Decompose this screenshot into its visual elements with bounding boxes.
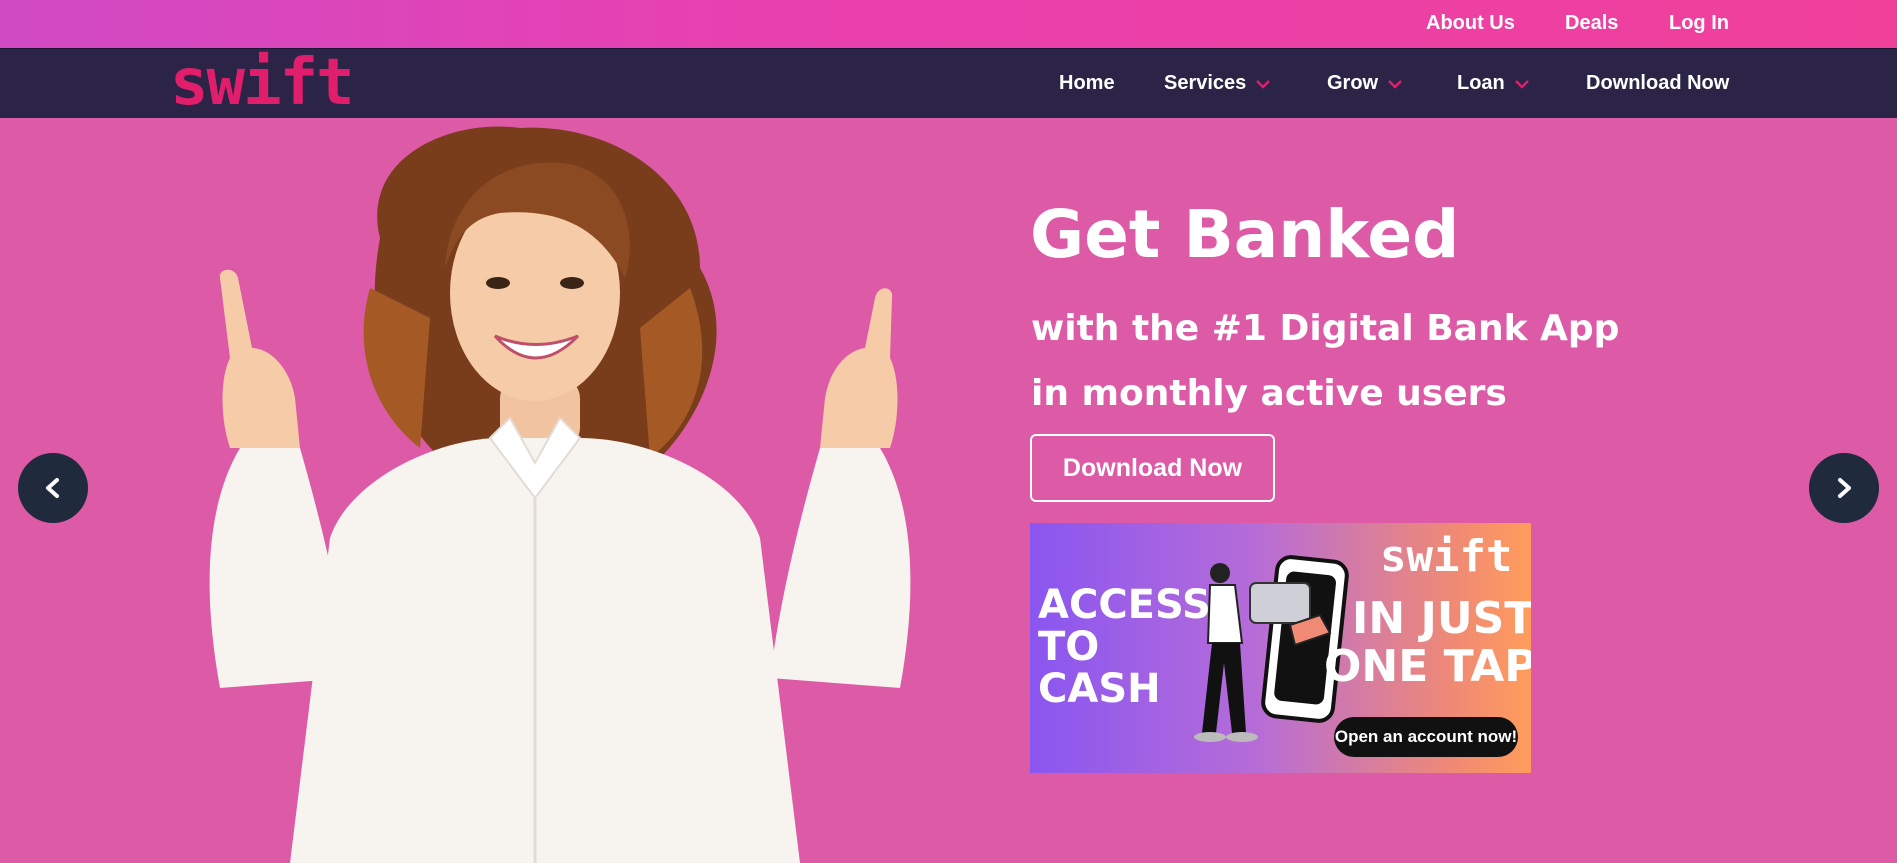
nav-home-label: Home: [1059, 72, 1115, 94]
hero-woman-image: [209, 126, 911, 863]
nav-download-label: Download Now: [1586, 72, 1730, 94]
top-utility-bar: About Us Deals Log In: [0, 0, 1897, 48]
banner-brand: swift: [1380, 531, 1513, 582]
main-navbar: swift Home Services Grow Loan Download N…: [0, 48, 1897, 118]
about-us-link[interactable]: About Us: [1426, 12, 1515, 35]
download-now-button[interactable]: Download Now: [1030, 434, 1275, 502]
banner-right-line1: IN JUST: [1352, 593, 1531, 644]
banner-right-line2: ONE TAP: [1324, 641, 1531, 692]
chevron-down-icon: [1388, 79, 1403, 89]
chevron-right-icon: [1838, 478, 1851, 498]
swift-logo[interactable]: swift: [170, 51, 355, 115]
chevron-down-icon: [1256, 79, 1271, 89]
hero-subtitle-line2: in monthly active users: [1031, 373, 1507, 414]
deals-link[interactable]: Deals: [1565, 12, 1618, 35]
nav-home[interactable]: Home: [1059, 72, 1115, 95]
open-account-button[interactable]: Open an account now!: [1334, 717, 1518, 757]
nav-loan-label: Loan: [1457, 72, 1505, 94]
login-link[interactable]: Log In: [1669, 12, 1729, 35]
nav-loan[interactable]: Loan: [1457, 72, 1531, 95]
carousel-next-button[interactable]: [1809, 453, 1879, 523]
chevron-left-icon: [46, 478, 59, 498]
banner-left-line2: TO: [1038, 624, 1100, 670]
promo-banner[interactable]: ACCESS TO CASH swift IN JUST ONE TAP Ope…: [1030, 523, 1531, 773]
nav-grow-label: Grow: [1327, 72, 1379, 94]
hero-carousel: Get Banked with the #1 Digital Bank App …: [0, 118, 1897, 863]
chevron-down-icon: [1514, 79, 1529, 89]
hero-subtitle-line1: with the #1 Digital Bank App: [1031, 308, 1620, 349]
carousel-prev-button[interactable]: [18, 453, 88, 523]
nav-download-now[interactable]: Download Now: [1586, 72, 1729, 95]
banner-left-line3: CASH: [1038, 666, 1161, 712]
nav-grow[interactable]: Grow: [1327, 72, 1404, 95]
nav-services-label: Services: [1164, 72, 1247, 94]
hero-title: Get Banked: [1030, 196, 1460, 273]
nav-services[interactable]: Services: [1164, 72, 1272, 95]
